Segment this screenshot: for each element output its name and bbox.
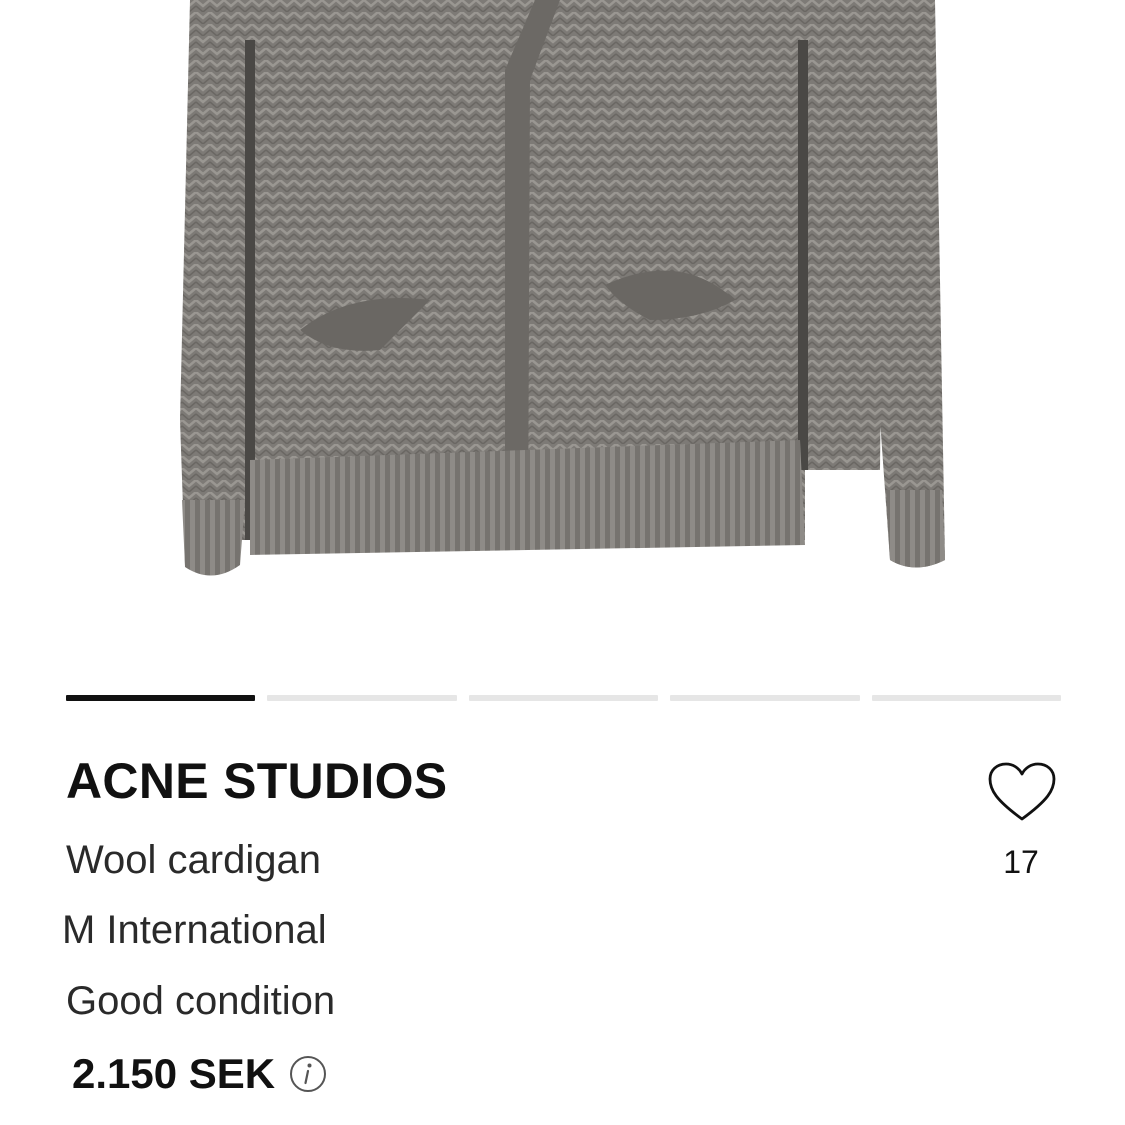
product-page: ACNE STUDIOS Wool cardigan M Internation… [0, 0, 1125, 1125]
info-icon[interactable] [289, 1055, 327, 1093]
brand-name[interactable]: ACNE STUDIOS [66, 752, 447, 810]
product-price: 2.150 SEK [72, 1050, 276, 1097]
carousel-indicator-1[interactable] [66, 695, 256, 701]
carousel-indicator-4[interactable] [670, 695, 860, 701]
price-row: 2.150 SEK [72, 1050, 327, 1098]
product-condition: Good condition [66, 979, 336, 1023]
image-carousel-indicator[interactable] [66, 695, 1062, 701]
carousel-indicator-5[interactable] [871, 695, 1062, 701]
cardigan-photo [180, 0, 945, 576]
heart-outline-icon[interactable] [988, 762, 1056, 824]
product-size: M International [62, 908, 327, 952]
favorite-button[interactable] [988, 762, 1056, 824]
product-title: Wool cardigan [66, 838, 321, 882]
carousel-indicator-2[interactable] [267, 695, 457, 701]
favorites-count: 17 [1003, 844, 1039, 880]
carousel-indicator-3[interactable] [468, 695, 659, 701]
product-image[interactable] [0, 0, 1125, 640]
